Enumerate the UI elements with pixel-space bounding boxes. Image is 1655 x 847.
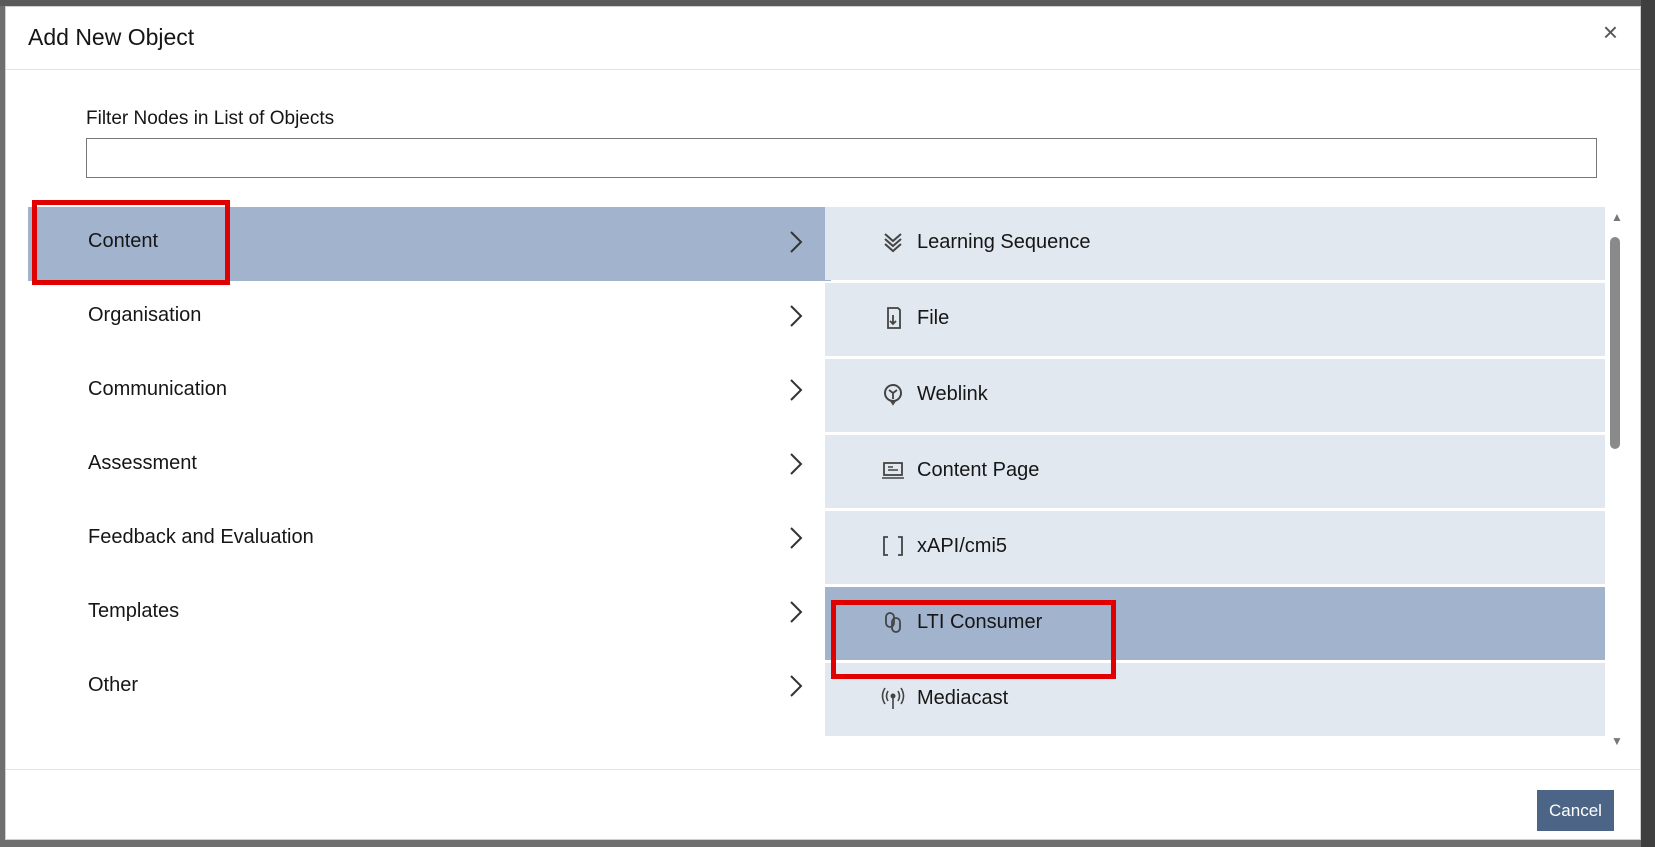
xapi-icon <box>883 536 903 556</box>
category-item-assessment[interactable]: Assessment <box>28 429 831 503</box>
object-item-file[interactable]: File <box>825 283 1605 356</box>
footer-divider <box>6 769 1640 770</box>
close-button[interactable]: × <box>1603 19 1618 45</box>
category-label: Other <box>88 674 139 696</box>
category-label: Communication <box>88 378 227 400</box>
cancel-button[interactable]: Cancel <box>1537 790 1614 831</box>
highlight-box-lti <box>831 600 1116 679</box>
content-page-icon <box>882 462 904 479</box>
chevron-right-icon <box>790 527 803 549</box>
chevron-right-icon <box>790 601 803 623</box>
chevron-right-icon <box>790 379 803 401</box>
object-label: Learning Sequence <box>917 231 1091 253</box>
object-item-xapi[interactable]: xAPI/cmi5 <box>825 511 1605 584</box>
category-item-communication[interactable]: Communication <box>28 355 831 429</box>
category-label: Templates <box>88 600 180 622</box>
category-label: Assessment <box>88 452 197 474</box>
category-label: Organisation <box>88 304 202 326</box>
mediacast-icon <box>881 687 905 709</box>
chevron-right-icon <box>790 453 803 475</box>
category-label: Feedback and Evaluation <box>88 526 314 548</box>
filter-label: Filter Nodes in List of Objects <box>86 108 335 129</box>
scrollbar-thumb[interactable] <box>1610 237 1620 449</box>
object-label: Weblink <box>917 383 988 405</box>
category-item-other[interactable]: Other <box>28 651 831 725</box>
object-label: Content Page <box>917 459 1040 481</box>
chevron-right-icon <box>790 231 803 253</box>
modal-title: Add New Object <box>28 24 195 50</box>
file-icon <box>887 307 901 329</box>
highlight-box-content <box>32 200 230 285</box>
object-item-content-page[interactable]: Content Page <box>825 435 1605 508</box>
scroll-down-arrow[interactable]: ▼ <box>1611 734 1623 748</box>
category-item-feedback[interactable]: Feedback and Evaluation <box>28 503 831 577</box>
category-item-organisation[interactable]: Organisation <box>28 281 831 355</box>
object-label: Mediacast <box>917 687 1009 709</box>
add-object-modal: Add New Object × Filter Nodes in List of… <box>5 6 1641 840</box>
chevron-right-icon <box>790 305 803 327</box>
chevron-right-icon <box>790 675 803 697</box>
object-label: File <box>917 307 950 329</box>
category-item-templates[interactable]: Templates <box>28 577 831 651</box>
learning-sequence-icon <box>884 233 902 253</box>
object-item-learning-sequence[interactable]: Learning Sequence <box>825 207 1605 280</box>
object-label: xAPI/cmi5 <box>917 535 1008 557</box>
weblink-icon <box>884 384 902 406</box>
object-item-weblink[interactable]: Weblink <box>825 359 1605 432</box>
filter-input[interactable] <box>86 138 1597 178</box>
backdrop-edge <box>1641 0 1655 847</box>
scroll-up-arrow[interactable]: ▲ <box>1611 210 1623 224</box>
modal-header: Add New Object × <box>6 7 1640 70</box>
